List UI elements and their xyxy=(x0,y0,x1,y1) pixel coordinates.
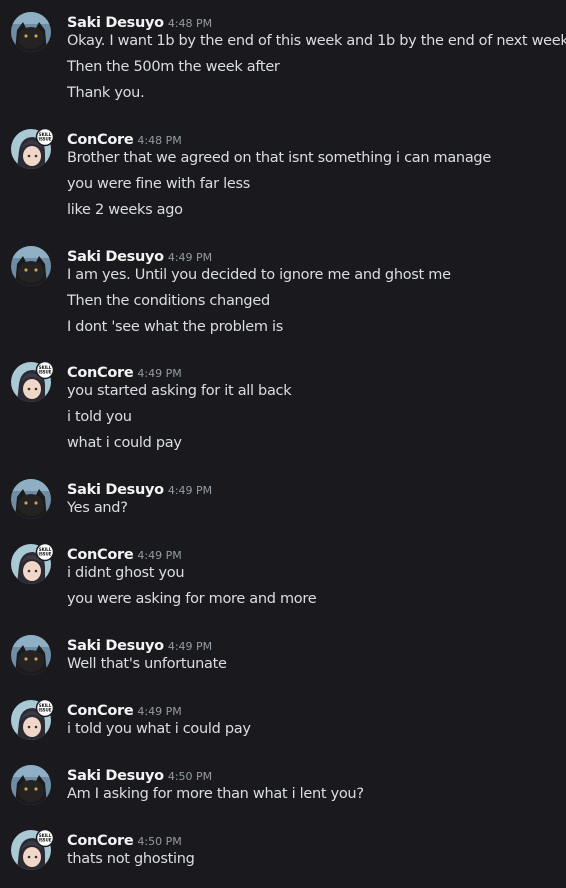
message-text: Well that's unfortunate xyxy=(67,656,227,672)
author-name[interactable]: Saki Desuyo xyxy=(67,15,164,31)
message-header: Saki Desuyo 4:50 PM xyxy=(67,765,212,785)
message-text: I dont 'see what the problem is xyxy=(67,319,283,335)
timestamp: 4:49 PM xyxy=(167,640,213,653)
message-header: Saki Desuyo 4:49 PM xyxy=(67,635,212,655)
svg-text:ISSUE: ISSUE xyxy=(38,370,51,375)
message-text: Thank you. xyxy=(67,85,145,101)
svg-text:ISSUE: ISSUE xyxy=(38,137,51,142)
message-header: ConCore 4:49 PM xyxy=(67,362,182,382)
anime-avatar-icon: SKILL ISSUE xyxy=(11,129,55,169)
anime-avatar-icon: SKILL ISSUE xyxy=(11,362,55,402)
message-header: ConCore 4:48 PM xyxy=(67,129,182,149)
timestamp: 4:48 PM xyxy=(137,134,182,147)
avatar-concore[interactable]: SKILL ISSUE xyxy=(11,544,55,584)
cat-avatar-icon xyxy=(11,765,51,805)
cat-avatar-icon xyxy=(11,246,51,286)
avatar-saki[interactable] xyxy=(11,246,51,286)
author-name[interactable]: ConCore xyxy=(67,703,134,719)
chat-log: Saki Desuyo 4:48 PM Okay. I want 1b by th… xyxy=(0,0,566,888)
timestamp: 4:50 PM xyxy=(137,835,182,848)
cat-avatar-icon xyxy=(11,635,51,675)
message-text: like 2 weeks ago xyxy=(67,202,183,218)
svg-text:ISSUE: ISSUE xyxy=(38,552,51,557)
message-text: thats not ghosting xyxy=(67,851,195,867)
author-name[interactable]: Saki Desuyo xyxy=(67,249,164,265)
message-text: I am yes. Until you decided to ignore me… xyxy=(67,267,451,283)
avatar-saki[interactable] xyxy=(11,635,51,675)
timestamp: 4:49 PM xyxy=(137,549,182,562)
avatar-concore[interactable]: SKILL ISSUE xyxy=(11,830,55,870)
message-text: you were fine with far less xyxy=(67,176,250,192)
author-name[interactable]: Saki Desuyo xyxy=(67,768,164,784)
cat-avatar-icon xyxy=(11,12,51,52)
author-name[interactable]: ConCore xyxy=(67,132,134,148)
author-name[interactable]: Saki Desuyo xyxy=(67,638,164,654)
message-text: Am I asking for more than what i lent yo… xyxy=(67,786,364,802)
message-text: you started asking for it all back xyxy=(67,383,292,399)
message-text: Yes and? xyxy=(67,500,128,516)
anime-avatar-icon: SKILL ISSUE xyxy=(11,700,55,740)
message-header: ConCore 4:50 PM xyxy=(67,830,182,850)
anime-avatar-icon: SKILL ISSUE xyxy=(11,544,55,584)
message-text: you were asking for more and more xyxy=(67,591,317,607)
cat-avatar-icon xyxy=(11,479,51,519)
author-name[interactable]: Saki Desuyo xyxy=(67,482,164,498)
anime-avatar-icon: SKILL ISSUE xyxy=(11,830,55,870)
author-name[interactable]: ConCore xyxy=(67,833,134,849)
svg-text:ISSUE: ISSUE xyxy=(38,708,51,713)
avatar-saki[interactable] xyxy=(11,479,51,519)
timestamp: 4:48 PM xyxy=(167,17,213,30)
timestamp: 4:49 PM xyxy=(137,705,182,718)
avatar-saki[interactable] xyxy=(11,12,51,52)
message-text: Then the 500m the week after xyxy=(67,59,280,75)
message-text: i didnt ghost you xyxy=(67,565,185,581)
message-header: Saki Desuyo 4:48 PM xyxy=(67,12,212,32)
timestamp: 4:49 PM xyxy=(137,367,182,380)
message-header: Saki Desuyo 4:49 PM xyxy=(67,246,212,266)
author-name[interactable]: ConCore xyxy=(67,365,134,381)
author-name[interactable]: ConCore xyxy=(67,547,134,563)
message-text: Then the conditions changed xyxy=(67,293,270,309)
message-text: Okay. I want 1b by the end of this week … xyxy=(67,33,566,49)
message-text: Brother that we agreed on that isnt some… xyxy=(67,150,491,166)
timestamp: 4:49 PM xyxy=(167,484,213,497)
avatar-concore[interactable]: SKILL ISSUE xyxy=(11,129,55,169)
message-header: ConCore 4:49 PM xyxy=(67,544,182,564)
avatar-saki[interactable] xyxy=(11,765,51,805)
avatar-concore[interactable]: SKILL ISSUE xyxy=(11,700,55,740)
avatar-concore[interactable]: SKILL ISSUE xyxy=(11,362,55,402)
timestamp: 4:50 PM xyxy=(167,770,213,783)
message-header: Saki Desuyo 4:49 PM xyxy=(67,479,212,499)
timestamp: 4:49 PM xyxy=(167,251,213,264)
message-text: i told you xyxy=(67,409,132,425)
message-text: what i could pay xyxy=(67,435,182,451)
message-header: ConCore 4:49 PM xyxy=(67,700,182,720)
message-text: i told you what i could pay xyxy=(67,721,251,737)
svg-text:ISSUE: ISSUE xyxy=(38,838,51,843)
